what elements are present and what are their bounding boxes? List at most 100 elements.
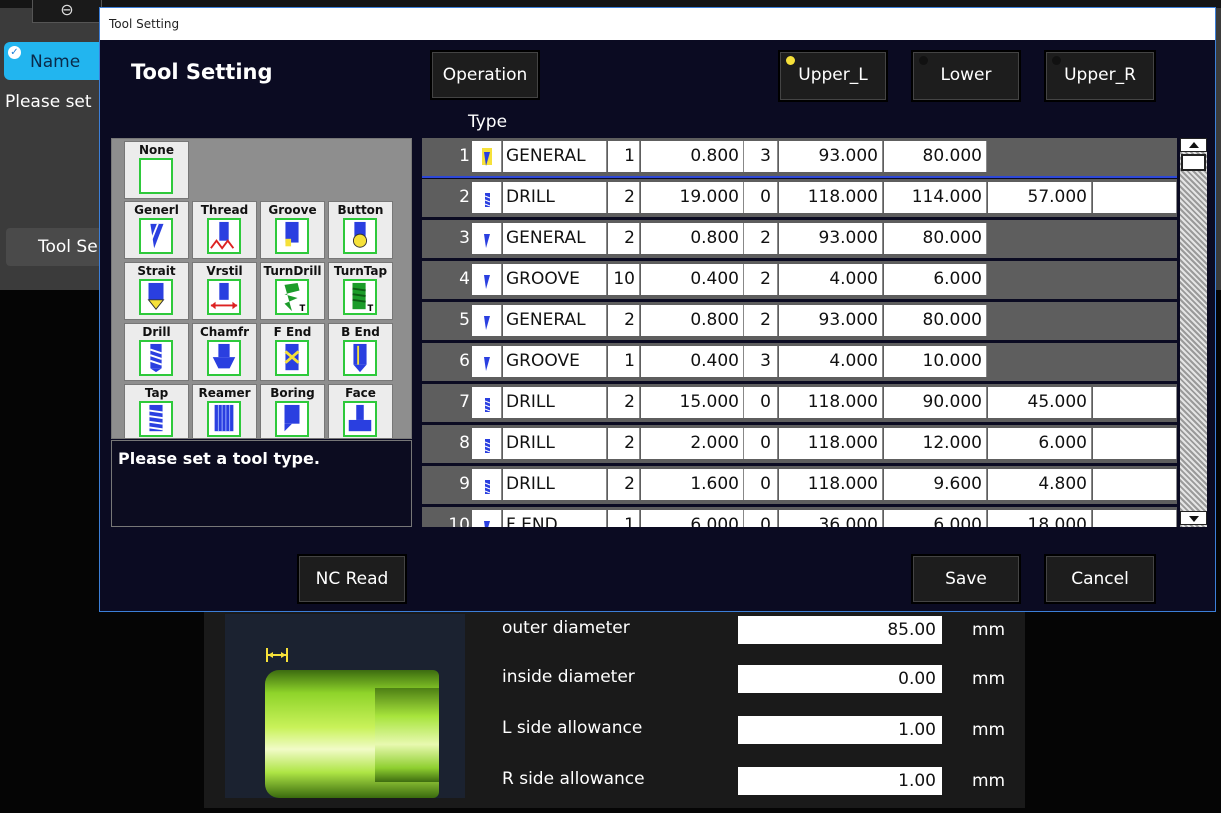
tool-n2-cell[interactable]: 0 [744, 428, 778, 459]
tool-type-icon-cell[interactable] [472, 428, 502, 459]
tool-n1-cell[interactable]: 1 [608, 141, 640, 172]
name-tab[interactable]: ✓ Name [4, 42, 100, 80]
tool-len-cell[interactable]: 6.000 [884, 510, 987, 527]
tool-type-cell[interactable]: GROOVE [503, 264, 607, 295]
tool-ang-cell[interactable]: 118.000 [779, 182, 883, 213]
tool-type-cell[interactable]: DRILL [503, 428, 607, 459]
tool-type-icon-cell[interactable] [472, 182, 502, 213]
tool-n1-cell[interactable]: 2 [608, 305, 640, 336]
tool-v6-cell[interactable]: 6.000 [988, 428, 1092, 459]
palette-tile-groove[interactable]: Groove [260, 201, 325, 259]
tool-n1-cell[interactable]: 2 [608, 182, 640, 213]
cancel-button[interactable]: Cancel [1044, 554, 1156, 604]
tool-v6-cell[interactable]: 4.800 [988, 469, 1092, 500]
turret-lower-button[interactable]: Lower [911, 50, 1021, 102]
tool-n2-cell[interactable]: 2 [744, 223, 778, 254]
tool-row[interactable]: 2 DRILL 2 19.000 0 118.000 114.000 57.000 [422, 179, 1177, 217]
tool-v6-cell[interactable]: 45.000 [988, 387, 1092, 418]
tool-ang-cell[interactable]: 36.000 [779, 510, 883, 527]
tool-n1-cell[interactable]: 10 [608, 264, 640, 295]
tool-dia-cell[interactable]: 0.400 [641, 264, 744, 295]
tool-v6-cell[interactable]: 18.000 [988, 510, 1092, 527]
turret-upper-r-button[interactable]: Upper_R [1044, 50, 1156, 102]
tool-n2-cell[interactable]: 2 [744, 305, 778, 336]
tool-len-cell[interactable]: 10.000 [884, 346, 987, 377]
tool-dia-cell[interactable]: 19.000 [641, 182, 744, 213]
palette-tile-f-end[interactable]: F End [260, 323, 325, 381]
tool-row[interactable]: 6 GROOVE 1 0.400 3 4.000 10.000 [422, 343, 1177, 381]
tool-type-cell[interactable]: GENERAL [503, 223, 607, 254]
palette-tile-chamfr[interactable]: Chamfr [192, 323, 257, 381]
save-button[interactable]: Save [911, 554, 1021, 604]
outer-diameter-field[interactable]: 85.00 [738, 616, 942, 644]
palette-tile-generl[interactable]: Generl [124, 201, 189, 259]
palette-tile-strait[interactable]: Strait [124, 262, 189, 320]
tool-ang-cell[interactable]: 4.000 [779, 346, 883, 377]
tool-type-cell[interactable]: DRILL [503, 182, 607, 213]
tool-n1-cell[interactable]: 2 [608, 428, 640, 459]
tool-type-icon-cell[interactable] [472, 141, 502, 172]
tool-type-icon-cell[interactable] [472, 387, 502, 418]
tool-v6-cell[interactable]: 57.000 [988, 182, 1092, 213]
tool-n1-cell[interactable]: 2 [608, 469, 640, 500]
palette-tile-thread[interactable]: Thread [192, 201, 257, 259]
tool-dia-cell[interactable]: 0.800 [641, 223, 744, 254]
tool-v7-cell[interactable] [1093, 387, 1177, 418]
tool-dia-cell[interactable]: 6.000 [641, 510, 744, 527]
tool-ang-cell[interactable]: 118.000 [779, 469, 883, 500]
tool-type-cell[interactable]: DRILL [503, 387, 607, 418]
palette-tile-button[interactable]: Button [328, 201, 393, 259]
tool-ang-cell[interactable]: 118.000 [779, 428, 883, 459]
tool-row[interactable]: 3 GENERAL 2 0.800 2 93.000 80.000 [422, 220, 1177, 258]
tool-dia-cell[interactable]: 15.000 [641, 387, 744, 418]
background-tool-icon-button[interactable]: ⊖ [32, 0, 102, 23]
tool-len-cell[interactable]: 80.000 [884, 223, 987, 254]
tool-n1-cell[interactable]: 1 [608, 346, 640, 377]
inside-diameter-field[interactable]: 0.00 [738, 665, 942, 693]
tool-row[interactable]: 9 DRILL 2 1.600 0 118.000 9.600 4.800 [422, 466, 1177, 504]
tool-type-cell[interactable]: GENERAL [503, 305, 607, 336]
tool-ang-cell[interactable]: 118.000 [779, 387, 883, 418]
tool-type-icon-cell[interactable] [472, 305, 502, 336]
tool-v7-cell[interactable] [1093, 182, 1177, 213]
scroll-thumb[interactable] [1181, 154, 1206, 171]
tool-row[interactable]: 1 GENERAL 1 0.800 3 93.000 80.000 [422, 138, 1177, 178]
tool-type-cell[interactable]: DRILL [503, 469, 607, 500]
tool-len-cell[interactable]: 9.600 [884, 469, 987, 500]
tool-n2-cell[interactable]: 0 [744, 510, 778, 527]
tool-row[interactable]: 7 DRILL 2 15.000 0 118.000 90.000 45.000 [422, 384, 1177, 422]
tool-len-cell[interactable]: 80.000 [884, 141, 987, 172]
tool-type-icon-cell[interactable] [472, 510, 502, 527]
palette-tile-b-end[interactable]: B End [328, 323, 393, 381]
tool-type-icon-cell[interactable] [472, 223, 502, 254]
palette-tile-boring[interactable]: Boring [260, 384, 325, 438]
tool-type-cell[interactable]: GENERAL [503, 141, 607, 172]
palette-tile-drill[interactable]: Drill [124, 323, 189, 381]
tool-row[interactable]: 5 GENERAL 2 0.800 2 93.000 80.000 [422, 302, 1177, 340]
tool-type-cell[interactable]: F END [503, 510, 607, 527]
tool-ang-cell[interactable]: 4.000 [779, 264, 883, 295]
tool-n2-cell[interactable]: 0 [744, 469, 778, 500]
r-side-allowance-field[interactable]: 1.00 [738, 767, 942, 795]
tool-ang-cell[interactable]: 93.000 [779, 305, 883, 336]
tool-ang-cell[interactable]: 93.000 [779, 223, 883, 254]
palette-tile-face[interactable]: Face [328, 384, 393, 438]
tool-n2-cell[interactable]: 3 [744, 141, 778, 172]
tool-n2-cell[interactable]: 2 [744, 264, 778, 295]
tool-row[interactable]: 8 DRILL 2 2.000 0 118.000 12.000 6.000 [422, 425, 1177, 463]
tool-dia-cell[interactable]: 0.800 [641, 141, 744, 172]
dialog-titlebar[interactable]: Tool Setting [100, 8, 1215, 40]
palette-tile-reamer[interactable]: Reamer [192, 384, 257, 438]
tool-ang-cell[interactable]: 93.000 [779, 141, 883, 172]
background-tool-setting-button[interactable]: Tool Se [6, 228, 106, 266]
l-side-allowance-field[interactable]: 1.00 [738, 716, 942, 744]
tool-v7-cell[interactable] [1093, 469, 1177, 500]
tool-type-icon-cell[interactable] [472, 469, 502, 500]
tool-n1-cell[interactable]: 1 [608, 510, 640, 527]
tool-n2-cell[interactable]: 0 [744, 182, 778, 213]
tool-row[interactable]: 10 F END 1 6.000 0 36.000 6.000 18.000 [422, 507, 1177, 527]
tool-n1-cell[interactable]: 2 [608, 387, 640, 418]
tool-n2-cell[interactable]: 0 [744, 387, 778, 418]
tool-n2-cell[interactable]: 3 [744, 346, 778, 377]
palette-tile-vrstil[interactable]: Vrstil [192, 262, 257, 320]
